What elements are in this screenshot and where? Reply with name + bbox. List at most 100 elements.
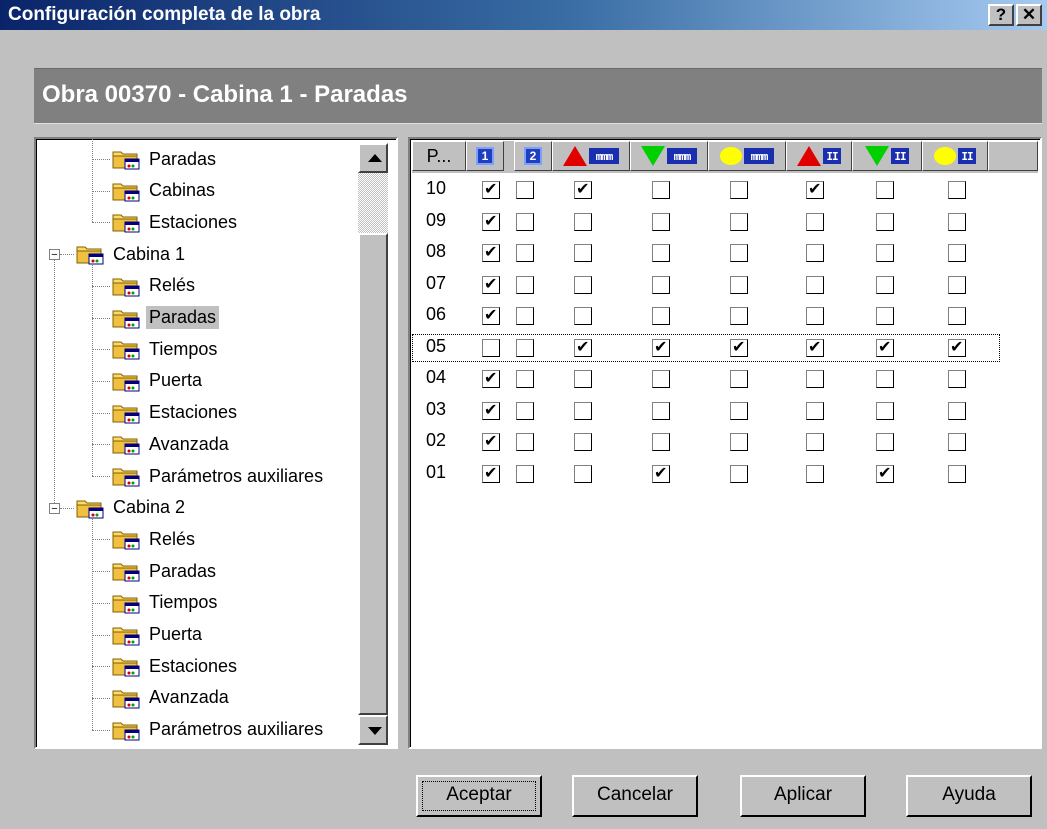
checkbox[interactable]	[948, 212, 966, 231]
table-row[interactable]: 04	[412, 364, 1038, 394]
tree-item[interactable]: Parámetros auxiliares	[112, 715, 326, 745]
scroll-track[interactable]	[358, 173, 388, 233]
column-header-stop[interactable]: P...	[412, 141, 466, 171]
table-row[interactable]: 06	[412, 301, 1038, 331]
tree-item[interactable]: Estaciones	[112, 207, 240, 237]
checkbox[interactable]	[806, 337, 824, 357]
scroll-down-button[interactable]	[358, 715, 388, 745]
checkbox[interactable]	[652, 337, 670, 357]
tree-item[interactable]: Relés	[112, 271, 198, 301]
tree-scrollbar[interactable]	[358, 143, 388, 745]
tree-item[interactable]: Avanzada	[112, 429, 232, 459]
checkbox[interactable]	[730, 337, 748, 357]
column-header[interactable]: II	[922, 141, 988, 171]
table-row[interactable]: 05	[412, 333, 1038, 363]
checkbox[interactable]	[876, 463, 894, 483]
checkbox[interactable]	[730, 370, 748, 388]
tree-item[interactable]: Tiempos	[112, 588, 220, 618]
checkbox[interactable]	[482, 305, 500, 325]
tree-item[interactable]: Cabinas	[112, 176, 218, 206]
apply-button[interactable]: Aplicar	[740, 775, 866, 817]
checkbox[interactable]	[574, 179, 592, 199]
checkbox[interactable]	[574, 307, 592, 325]
checkbox[interactable]	[482, 463, 500, 483]
checkbox[interactable]	[574, 275, 592, 294]
checkbox[interactable]	[730, 464, 748, 483]
checkbox[interactable]	[948, 464, 966, 483]
checkbox[interactable]	[876, 307, 894, 325]
table-row[interactable]: 09	[412, 207, 1038, 237]
checkbox[interactable]	[948, 433, 966, 451]
tree-item[interactable]: Tiempos	[112, 334, 220, 364]
checkbox[interactable]	[876, 401, 894, 420]
checkbox[interactable]	[730, 181, 748, 199]
checkbox[interactable]	[482, 242, 500, 262]
checkbox[interactable]	[730, 307, 748, 325]
checkbox[interactable]	[652, 181, 670, 199]
checkbox[interactable]	[806, 179, 824, 199]
checkbox[interactable]	[948, 307, 966, 325]
table-row[interactable]: 02	[412, 427, 1038, 457]
checkbox[interactable]	[730, 401, 748, 420]
checkbox[interactable]	[806, 244, 824, 262]
tree-item[interactable]: Puerta	[112, 620, 205, 650]
checkbox[interactable]	[516, 338, 534, 357]
checkbox[interactable]	[516, 244, 534, 262]
checkbox[interactable]	[482, 400, 500, 420]
checkbox[interactable]	[516, 464, 534, 483]
checkbox[interactable]	[806, 370, 824, 388]
column-header[interactable]: mmm	[708, 141, 786, 171]
help-icon[interactable]: ?	[988, 4, 1014, 26]
column-header[interactable]: mmm	[630, 141, 708, 171]
checkbox[interactable]	[516, 212, 534, 231]
checkbox[interactable]	[516, 370, 534, 388]
checkbox[interactable]	[574, 337, 592, 357]
checkbox[interactable]	[652, 244, 670, 262]
checkbox[interactable]	[948, 401, 966, 420]
tree-item[interactable]: Puerta	[112, 366, 205, 396]
checkbox[interactable]	[876, 212, 894, 231]
checkbox[interactable]	[652, 401, 670, 420]
checkbox[interactable]	[516, 307, 534, 325]
checkbox[interactable]	[652, 370, 670, 388]
table-row[interactable]: 08	[412, 238, 1038, 268]
checkbox[interactable]	[806, 212, 824, 231]
checkbox[interactable]	[876, 275, 894, 294]
tree-item[interactable]: Paradas	[112, 556, 219, 586]
checkbox[interactable]	[876, 433, 894, 451]
checkbox[interactable]	[806, 401, 824, 420]
checkbox[interactable]	[730, 212, 748, 231]
checkbox[interactable]	[876, 244, 894, 262]
tree-expander-icon[interactable]: −	[49, 502, 60, 514]
cancel-button[interactable]: Cancelar	[572, 775, 698, 817]
checkbox[interactable]	[948, 181, 966, 199]
checkbox[interactable]	[482, 338, 500, 357]
accept-button[interactable]: Aceptar	[416, 775, 542, 817]
checkbox[interactable]	[806, 275, 824, 294]
checkbox[interactable]	[482, 368, 500, 388]
checkbox[interactable]	[652, 463, 670, 483]
column-header[interactable]: mmm	[552, 141, 630, 171]
checkbox[interactable]	[948, 370, 966, 388]
checkbox[interactable]	[574, 401, 592, 420]
checkbox[interactable]	[730, 433, 748, 451]
checkbox[interactable]	[574, 433, 592, 451]
checkbox[interactable]	[730, 244, 748, 262]
checkbox[interactable]	[652, 433, 670, 451]
tree-item[interactable]: Relés	[112, 524, 198, 554]
checkbox[interactable]	[574, 212, 592, 231]
checkbox[interactable]	[482, 431, 500, 451]
checkbox[interactable]	[482, 274, 500, 294]
checkbox[interactable]	[516, 181, 534, 199]
checkbox[interactable]	[652, 307, 670, 325]
checkbox[interactable]	[948, 337, 966, 357]
checkbox[interactable]	[574, 244, 592, 262]
table-row[interactable]: 07	[412, 270, 1038, 300]
checkbox[interactable]	[876, 370, 894, 388]
tree-item[interactable]: Paradas	[112, 144, 219, 174]
close-icon[interactable]: ✕	[1016, 4, 1042, 26]
checkbox[interactable]	[482, 179, 500, 199]
tree-item[interactable]: Estaciones	[112, 398, 240, 428]
checkbox[interactable]	[652, 275, 670, 294]
checkbox[interactable]	[730, 275, 748, 294]
